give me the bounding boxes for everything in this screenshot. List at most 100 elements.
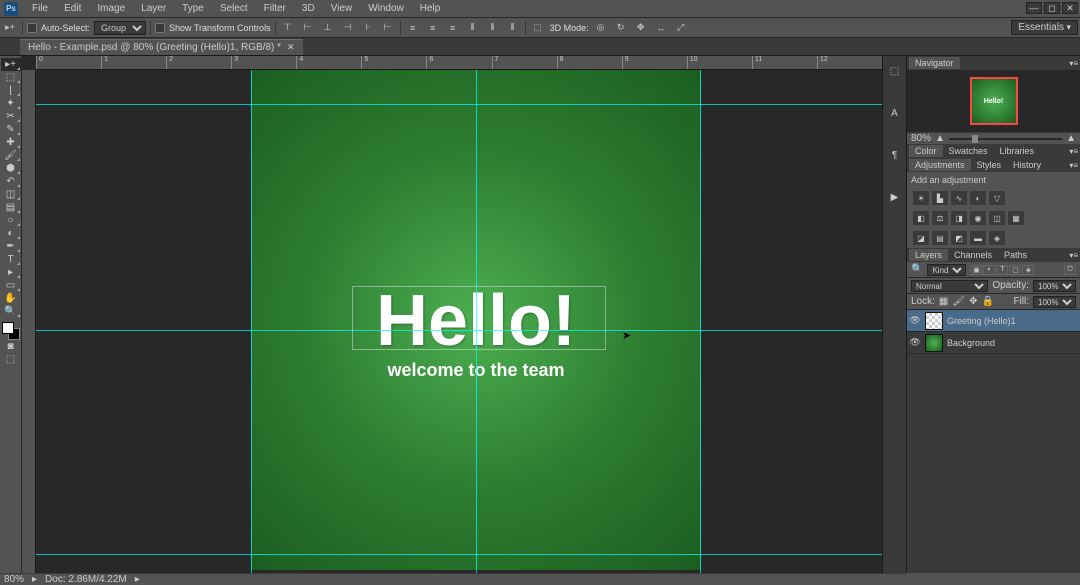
color-swatches[interactable]	[2, 322, 20, 340]
zoom-slider-track[interactable]	[949, 138, 1062, 140]
channel-mixer-icon[interactable]: ◫	[989, 211, 1005, 225]
libraries-tab[interactable]: Libraries	[994, 145, 1041, 157]
status-zoom[interactable]: 80%	[4, 574, 24, 585]
layer-row[interactable]: 👁 Greeting (Hello)1	[907, 310, 1080, 332]
gradient-map-icon[interactable]: ▬	[970, 231, 986, 245]
paths-tab[interactable]: Paths	[998, 249, 1033, 261]
invert-icon[interactable]: ◪	[913, 231, 929, 245]
lasso-tool[interactable]: ɭ	[1, 84, 21, 97]
align-top-icon[interactable]: ⊤	[280, 20, 296, 36]
eyedropper-tool[interactable]: ✎	[1, 123, 21, 136]
adjustments-tab[interactable]: Adjustments	[909, 159, 971, 171]
menu-file[interactable]: File	[24, 1, 56, 16]
menu-edit[interactable]: Edit	[56, 1, 89, 16]
menu-layer[interactable]: Layer	[133, 1, 174, 16]
close-button[interactable]: ✕	[1062, 2, 1078, 14]
screen-mode-tool[interactable]: ⬚	[1, 353, 21, 366]
lock-position-icon[interactable]: ✥	[969, 296, 977, 307]
align-bottom-icon[interactable]: ⊥	[320, 20, 336, 36]
align-vcenter-icon[interactable]: ⊢	[300, 20, 316, 36]
navigator-body[interactable]: Hello!	[907, 70, 1080, 132]
shape-tool[interactable]: ▭	[1, 279, 21, 292]
navigator-tab[interactable]: Navigator	[909, 57, 960, 69]
blend-mode-select[interactable]: Normal	[911, 280, 988, 292]
quick-mask-tool[interactable]: ◙	[1, 340, 21, 353]
menu-type[interactable]: Type	[174, 1, 212, 16]
paragraph-panel-icon[interactable]: ¶	[886, 146, 904, 164]
color-lookup-icon[interactable]: ▦	[1008, 211, 1024, 225]
magic-wand-tool[interactable]: ✦	[1, 97, 21, 110]
distribute-hcenter-icon[interactable]: ⦀	[485, 20, 501, 36]
lock-all-icon[interactable]: 🔒	[981, 296, 993, 307]
guide-vertical[interactable]	[700, 70, 701, 573]
filter-kind-icon[interactable]: 🔍	[911, 264, 923, 275]
align-hcenter-icon[interactable]: ⊦	[360, 20, 376, 36]
layer-thumbnail[interactable]	[925, 334, 943, 352]
styles-tab[interactable]: Styles	[971, 159, 1008, 171]
brightness-contrast-icon[interactable]: ☀	[913, 191, 929, 205]
blur-tool[interactable]: ○	[1, 214, 21, 227]
layer-row[interactable]: 👁 Background	[907, 332, 1080, 354]
horizontal-ruler[interactable]: 0 1 2 3 4 5 6 7 8 9 10 11 12	[36, 56, 882, 70]
filter-shape-icon[interactable]: ▢	[1009, 265, 1021, 275]
3d-slide-icon[interactable]: ↔	[653, 20, 669, 36]
crop-tool[interactable]: ✂	[1, 110, 21, 123]
zoom-tool[interactable]: 🔍	[1, 305, 21, 318]
move-tool-icon[interactable]: ▸+	[2, 20, 18, 36]
lock-transparent-icon[interactable]: ▦	[939, 296, 948, 307]
guide-vertical[interactable]	[251, 70, 252, 573]
layer-visibility-icon[interactable]: 👁	[909, 315, 921, 326]
type-tool[interactable]: T	[1, 253, 21, 266]
bw-icon[interactable]: ◨	[951, 211, 967, 225]
filter-type-icon[interactable]: T	[996, 265, 1008, 275]
healing-brush-tool[interactable]: ✚	[1, 136, 21, 149]
menu-view[interactable]: View	[323, 1, 361, 16]
fill-select[interactable]: 100%	[1033, 296, 1076, 308]
guide-horizontal[interactable]	[36, 104, 882, 105]
move-tool[interactable]: ▸+	[1, 58, 21, 71]
menu-help[interactable]: Help	[412, 1, 449, 16]
panel-menu-icon[interactable]: ▾≡	[1069, 147, 1078, 156]
menu-3d[interactable]: 3D	[294, 1, 323, 16]
swatches-tab[interactable]: Swatches	[943, 145, 994, 157]
curves-icon[interactable]: ∿	[951, 191, 967, 205]
color-balance-icon[interactable]: ⚖	[932, 211, 948, 225]
gradient-tool[interactable]: ▤	[1, 201, 21, 214]
eraser-tool[interactable]: ◫	[1, 188, 21, 201]
distribute-top-icon[interactable]: ≡	[405, 20, 421, 36]
lock-image-icon[interactable]: 🖌	[952, 296, 965, 307]
panel-menu-icon[interactable]: ▾≡	[1069, 161, 1078, 170]
layer-name[interactable]: Background	[947, 338, 995, 348]
pen-tool[interactable]: ✒	[1, 240, 21, 253]
distribute-bottom-icon[interactable]: ≡	[445, 20, 461, 36]
color-tab[interactable]: Color	[909, 145, 943, 157]
tab-close-icon[interactable]: ✕	[287, 42, 295, 53]
history-panel-icon[interactable]: ⬚	[886, 62, 904, 80]
zoom-out-icon[interactable]: ▲	[935, 133, 945, 144]
auto-select-checkbox[interactable]	[27, 23, 37, 33]
layers-tab[interactable]: Layers	[909, 249, 948, 261]
align-left-icon[interactable]: ⊣	[340, 20, 356, 36]
layers-kind-select[interactable]: Kind	[927, 264, 966, 276]
3d-roll-icon[interactable]: ↻	[613, 20, 629, 36]
zoom-in-icon[interactable]: ▲	[1066, 133, 1076, 144]
align-right-icon[interactable]: ⊢	[380, 20, 396, 36]
actions-panel-icon[interactable]: ▶	[886, 188, 904, 206]
canvas-viewport[interactable]: Hello! welcome to the team ➤	[36, 70, 882, 573]
3d-pan-icon[interactable]: ✥	[633, 20, 649, 36]
marquee-tool[interactable]: ⬚	[1, 71, 21, 84]
show-transform-checkbox[interactable]	[155, 23, 165, 33]
auto-select-dropdown[interactable]: Group	[94, 21, 146, 35]
menu-filter[interactable]: Filter	[256, 1, 294, 16]
levels-icon[interactable]: ▙	[932, 191, 948, 205]
foreground-color[interactable]	[2, 322, 14, 334]
clone-stamp-tool[interactable]: ⬢	[1, 162, 21, 175]
vertical-ruler[interactable]	[22, 70, 36, 573]
distribute-right-icon[interactable]: ⦀	[505, 20, 521, 36]
channels-tab[interactable]: Channels	[948, 249, 998, 261]
distribute-vcenter-icon[interactable]: ≡	[425, 20, 441, 36]
filter-toggle-icon[interactable]: ⏻	[1064, 265, 1076, 275]
filter-pixel-icon[interactable]: ▣	[970, 265, 982, 275]
maximize-button[interactable]: ◻	[1044, 2, 1060, 14]
3d-orbit-icon[interactable]: ◎	[593, 20, 609, 36]
